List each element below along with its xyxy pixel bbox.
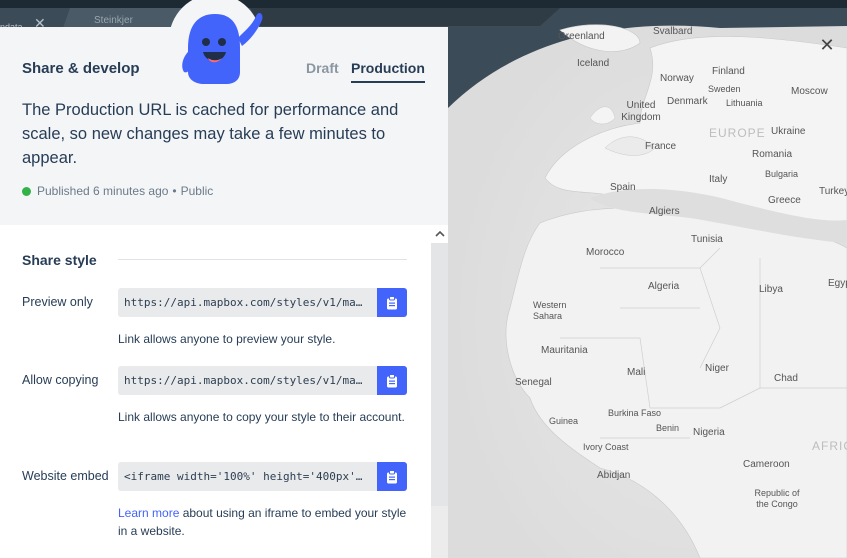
- map-label: Senegal: [515, 377, 552, 388]
- map-label: Nigeria: [693, 427, 725, 438]
- map-label: Spain: [610, 182, 636, 193]
- map-label: Greenland: [558, 31, 605, 42]
- map-label: Algiers: [649, 206, 680, 217]
- preview-helper-text: Link allows anyone to preview your style…: [118, 332, 336, 346]
- map-label: Mauritania: [541, 345, 588, 356]
- visibility-label: Public: [180, 184, 214, 198]
- copy-url-field[interactable]: https://api.mapbox.com/styles/v1/mapbox/…: [118, 366, 377, 395]
- published-time: Published 6 minutes ago: [37, 184, 169, 198]
- map-label: Bulgaria: [765, 169, 799, 179]
- close-icon[interactable]: ✕: [817, 36, 837, 56]
- map-label: Greece: [768, 195, 801, 206]
- learn-more-link[interactable]: Learn more: [118, 506, 179, 520]
- map-label: Western Sahara: [533, 300, 567, 321]
- chevron-up-icon: [434, 230, 445, 237]
- map-label: Abidjan: [597, 470, 631, 481]
- copy-preview-button[interactable]: [377, 288, 407, 317]
- production-description: The Production URL is cached for perform…: [22, 101, 399, 167]
- embed-helper-text: Learn more about using an iframe to embe…: [118, 504, 408, 540]
- map-label: Italy: [709, 174, 728, 185]
- status-dot-icon: [22, 186, 31, 196]
- map-label: Finland: [712, 66, 745, 77]
- map-label: Mali: [627, 367, 646, 378]
- map-label: Chad: [774, 373, 798, 384]
- scrollbar-track-lower[interactable]: [431, 506, 448, 558]
- tab-draft[interactable]: Draft: [306, 60, 339, 76]
- map-label: Burkina Faso: [608, 408, 662, 418]
- map-label: Guinea: [549, 416, 579, 426]
- map-label: Algeria: [648, 281, 680, 292]
- map-label: Lithuania: [726, 98, 763, 108]
- share-style-heading: Share style: [22, 252, 97, 268]
- map-label: Sweden: [708, 84, 741, 94]
- panel-title: Share & develop: [22, 60, 140, 77]
- map-label: Ivory Coast: [583, 442, 629, 452]
- map-label: Steinkjer: [94, 15, 133, 26]
- clipboard-icon: [387, 373, 397, 387]
- embed-code-field[interactable]: <iframe width='100%' height='400px' src=…: [118, 462, 377, 491]
- map-label: Ukraine: [771, 126, 806, 137]
- map-label: Republic of the Congo: [754, 488, 800, 509]
- map-label: United Kingdom: [621, 100, 661, 123]
- map-label: Turkey: [819, 186, 847, 197]
- clipboard-icon: [387, 295, 397, 309]
- map-label: Moscow: [791, 86, 828, 97]
- preview-only-label: Preview only: [22, 295, 93, 309]
- clipboard-icon: [387, 469, 397, 483]
- website-embed-label: Website embed: [22, 469, 109, 483]
- map-label: Benin: [656, 423, 680, 433]
- copy-allow-copying-button[interactable]: [377, 366, 407, 395]
- allow-copying-label: Allow copying: [22, 373, 99, 387]
- map-label: France: [645, 141, 677, 152]
- scroll-up-button[interactable]: [431, 225, 448, 242]
- map-label: AFRICA: [812, 439, 847, 453]
- map-label: Egypt: [828, 278, 847, 289]
- copy-helper-text: Link allows anyone to copy your style to…: [118, 410, 405, 424]
- tab-production[interactable]: Production: [351, 60, 425, 83]
- map-label: Denmark: [667, 96, 708, 107]
- map-label: EUROPE: [709, 126, 766, 140]
- map-label: Morocco: [586, 247, 625, 258]
- map-label: Romania: [752, 149, 793, 160]
- publish-status: Published 6 minutes ago • Public: [22, 184, 213, 198]
- map-label: Tunisia: [691, 234, 723, 245]
- section-divider: [118, 259, 407, 260]
- map-label: Niger: [705, 363, 729, 374]
- mascot-icon: [169, 0, 263, 86]
- map-label: Svalbard: [653, 26, 693, 37]
- preview-url-field[interactable]: https://api.mapbox.com/styles/v1/mapbox/…: [118, 288, 377, 317]
- copy-embed-button[interactable]: [377, 462, 407, 491]
- map-label: Libya: [759, 284, 783, 295]
- map-label: Cameroon: [743, 459, 790, 470]
- map-label: Iceland: [577, 58, 610, 69]
- scrollbar-thumb[interactable]: [431, 243, 448, 506]
- status-separator: •: [172, 184, 177, 198]
- top-bar: [0, 0, 847, 8]
- map-label: Norway: [660, 73, 694, 84]
